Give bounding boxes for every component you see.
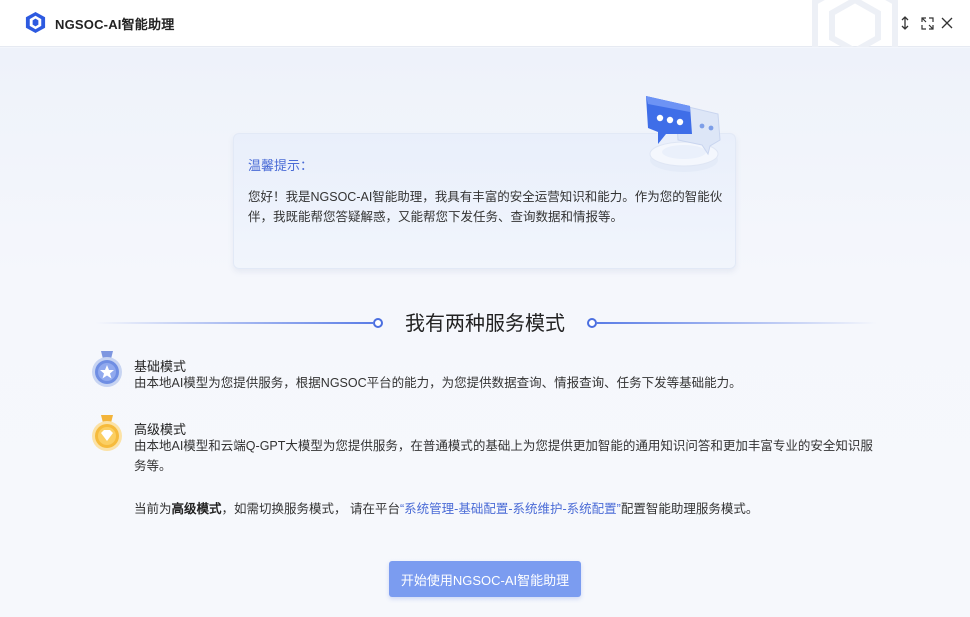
- status-middle: ，如需切换服务模式， 请在平台: [221, 502, 401, 516]
- resize-height-button[interactable]: [898, 15, 912, 31]
- status-prefix: 当前为: [134, 502, 172, 516]
- gold-diamond-medal-icon: [92, 415, 122, 451]
- tip-title: 温馨提示：: [248, 158, 314, 173]
- divider-dot-right: [587, 318, 597, 328]
- close-button[interactable]: [940, 15, 954, 31]
- maximize-button[interactable]: [920, 15, 934, 31]
- current-mode-value: 高级模式: [171, 502, 222, 516]
- vertical-arrows-icon: [901, 16, 909, 30]
- silver-star-medal-icon: [92, 351, 122, 387]
- app-title: NGSOC-AI智能助理: [55, 17, 175, 32]
- close-icon: [941, 17, 953, 29]
- chat-bubbles-icon: [646, 96, 721, 172]
- mode-advanced-description: 由本地AI模型和云端Q-GPT大模型为您提供服务，在普通模式的基础上为您提供更加…: [134, 439, 873, 473]
- tip-body: 您好！我是NGSOC-AI智能助理，我具有丰富的安全运营知识和能力。作为您的智能…: [248, 190, 723, 224]
- current-mode-status: 当前为高级模式，如需切换服务模式， 请在平台“系统管理-基础配置-系统维护-系统…: [134, 498, 758, 517]
- mode-basic-description: 由本地AI模型为您提供服务，根据NGSOC平台的能力，为您提供数据查询、情报查询…: [134, 376, 742, 390]
- divider-right: [597, 322, 877, 324]
- title-watermark: [812, 0, 898, 47]
- status-suffix: 配置智能助理服务模式。: [620, 502, 759, 516]
- expand-icon: [920, 16, 934, 30]
- title-bar: NGSOC-AI智能助理: [0, 0, 970, 47]
- start-using-button[interactable]: 开始使用NGSOC-AI智能助理: [389, 561, 581, 597]
- settings-path-link[interactable]: “系统管理-基础配置-系统维护-系统配置”: [400, 502, 621, 516]
- app-logo-icon: [25, 11, 46, 34]
